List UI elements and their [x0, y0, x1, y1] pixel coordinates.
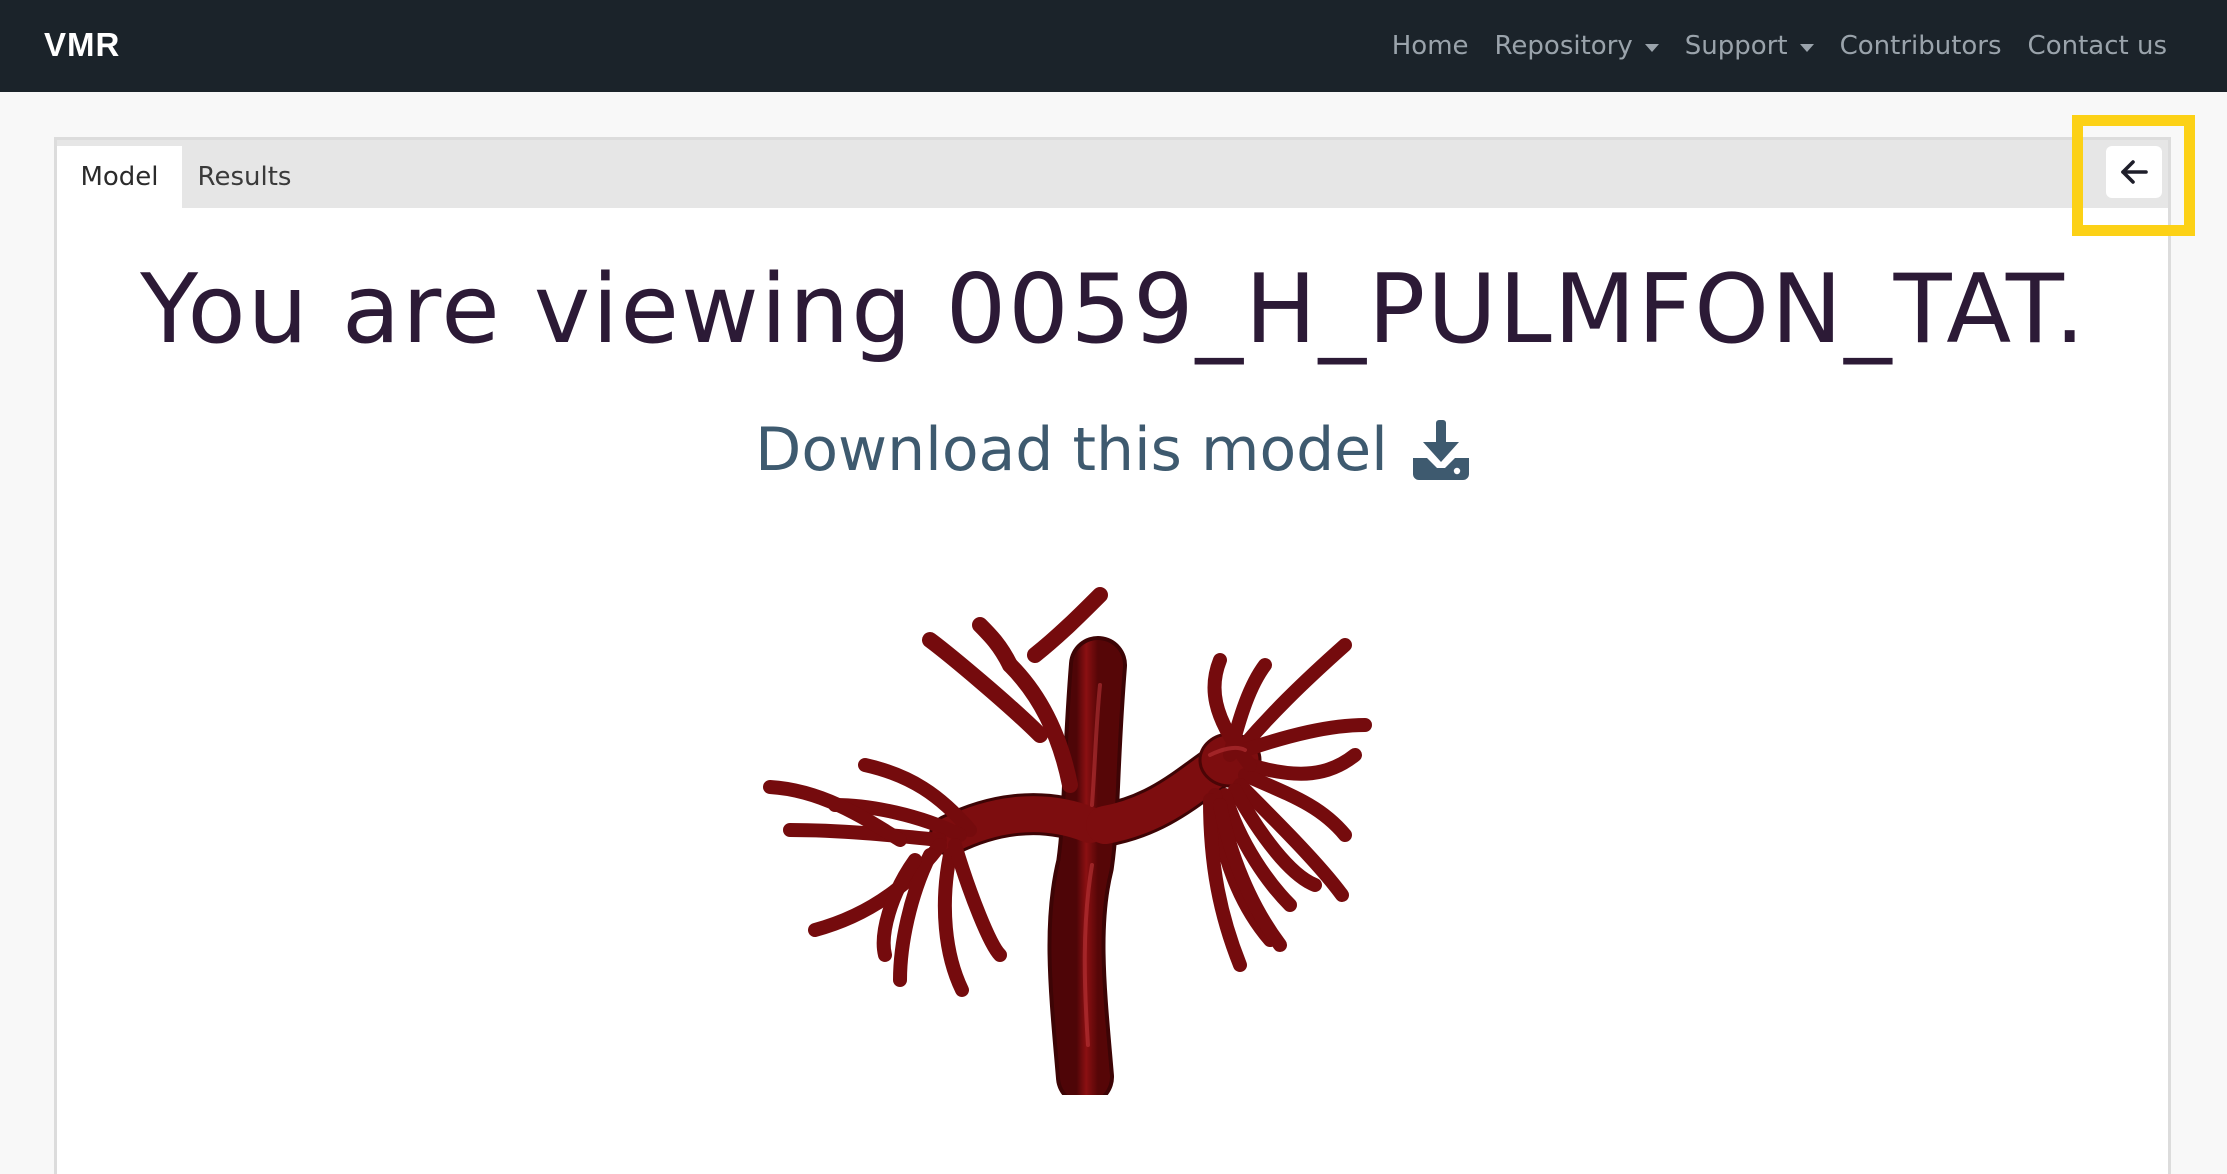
brand-logo[interactable]: VMR: [44, 26, 120, 64]
top-navbar: VMR Home Repository Support Contributors…: [0, 0, 2227, 92]
nav-contributors-label: Contributors: [1839, 31, 2002, 61]
nav-repository-label: Repository: [1494, 31, 1633, 61]
tab-results[interactable]: Results: [182, 146, 307, 208]
caret-down-icon: [1799, 43, 1814, 52]
nav-links: Home Repository Support Contributors Con…: [1366, 0, 2167, 92]
download-icon: [1412, 420, 1469, 480]
nav-contact-label: Contact us: [2027, 31, 2167, 61]
vascular-model-view[interactable]: [740, 565, 1460, 1106]
nav-contact-us[interactable]: Contact us: [2028, 31, 2167, 61]
pulmonary-artery-model: [763, 587, 1372, 1106]
back-button[interactable]: [2106, 146, 2162, 198]
nav-support-label: Support: [1684, 31, 1788, 61]
tab-bar: Model Results: [57, 140, 2168, 208]
nav-support-dropdown[interactable]: Support: [1685, 31, 1814, 61]
nav-contributors[interactable]: Contributors: [1840, 31, 2002, 61]
download-label: Download this model: [755, 415, 1388, 485]
download-model-link[interactable]: Download this model: [0, 415, 2227, 485]
nav-repository-dropdown[interactable]: Repository: [1495, 31, 1659, 61]
caret-down-icon: [1644, 43, 1659, 52]
nav-home[interactable]: Home: [1392, 31, 1469, 61]
arrow-left-icon: [2121, 160, 2148, 184]
nav-home-label: Home: [1391, 31, 1469, 61]
page-title: You are viewing 0059_H_PULMFON_TAT.: [140, 255, 2087, 365]
tab-model[interactable]: Model: [57, 146, 182, 208]
